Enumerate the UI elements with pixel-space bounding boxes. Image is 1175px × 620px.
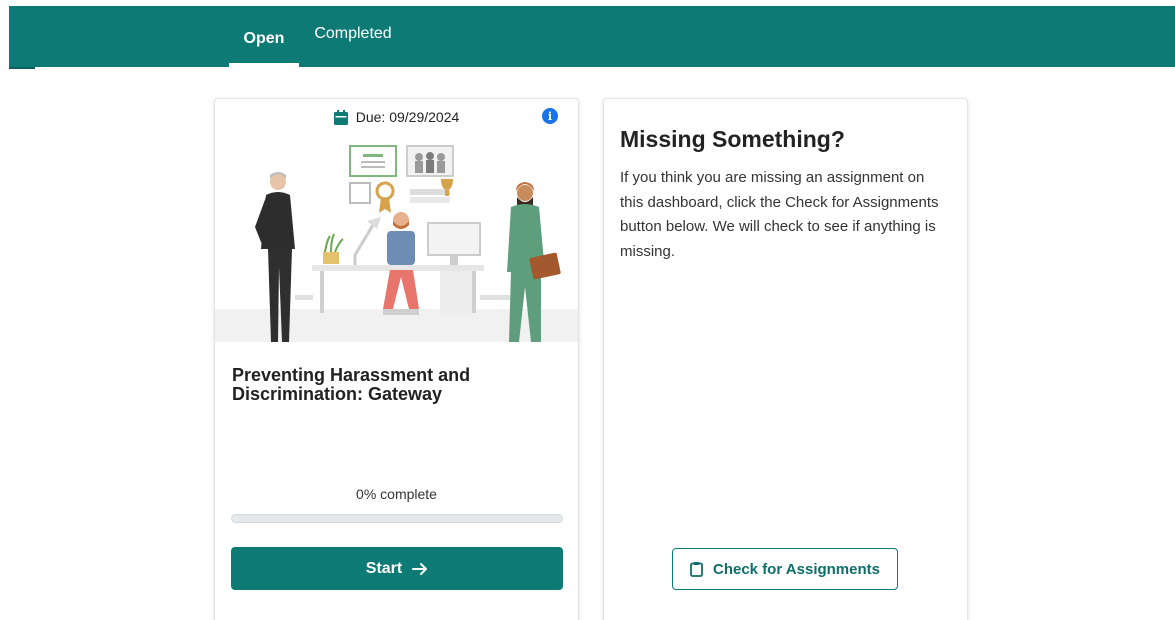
info-icon[interactable]: i [542,108,558,124]
due-date-text: Due: 09/29/2024 [355,109,460,125]
due-date: Due: 09/29/2024 [215,109,578,125]
office-illustration [215,145,578,342]
missing-description: If you think you are missing an assignme… [620,169,939,260]
assignment-card[interactable]: Due: 09/29/2024 i Preventing Harassment … [214,98,579,620]
tab-open[interactable]: Open [229,6,299,67]
course-title[interactable]: Preventing Harassment and Discrimination… [232,366,562,404]
start-button-label: Start [365,559,403,577]
check-button-label: Check for Assignments [713,560,880,578]
arrow-right-icon [412,562,428,575]
clipboard-icon [690,562,703,577]
progress-label: 0% complete [356,486,437,502]
tab-completed[interactable]: Completed [309,6,397,67]
nav-divider [9,67,35,69]
progress-bar [231,514,563,523]
top-nav-bar: Open Completed [9,6,1175,67]
missing-title: Missing Something? [620,126,845,152]
missing-something-card: Missing Something? If you think you are … [603,98,968,620]
check-for-assignments-button[interactable]: Check for Assignments [672,548,898,590]
start-button[interactable]: Start [231,547,563,590]
calendar-icon [333,109,348,125]
